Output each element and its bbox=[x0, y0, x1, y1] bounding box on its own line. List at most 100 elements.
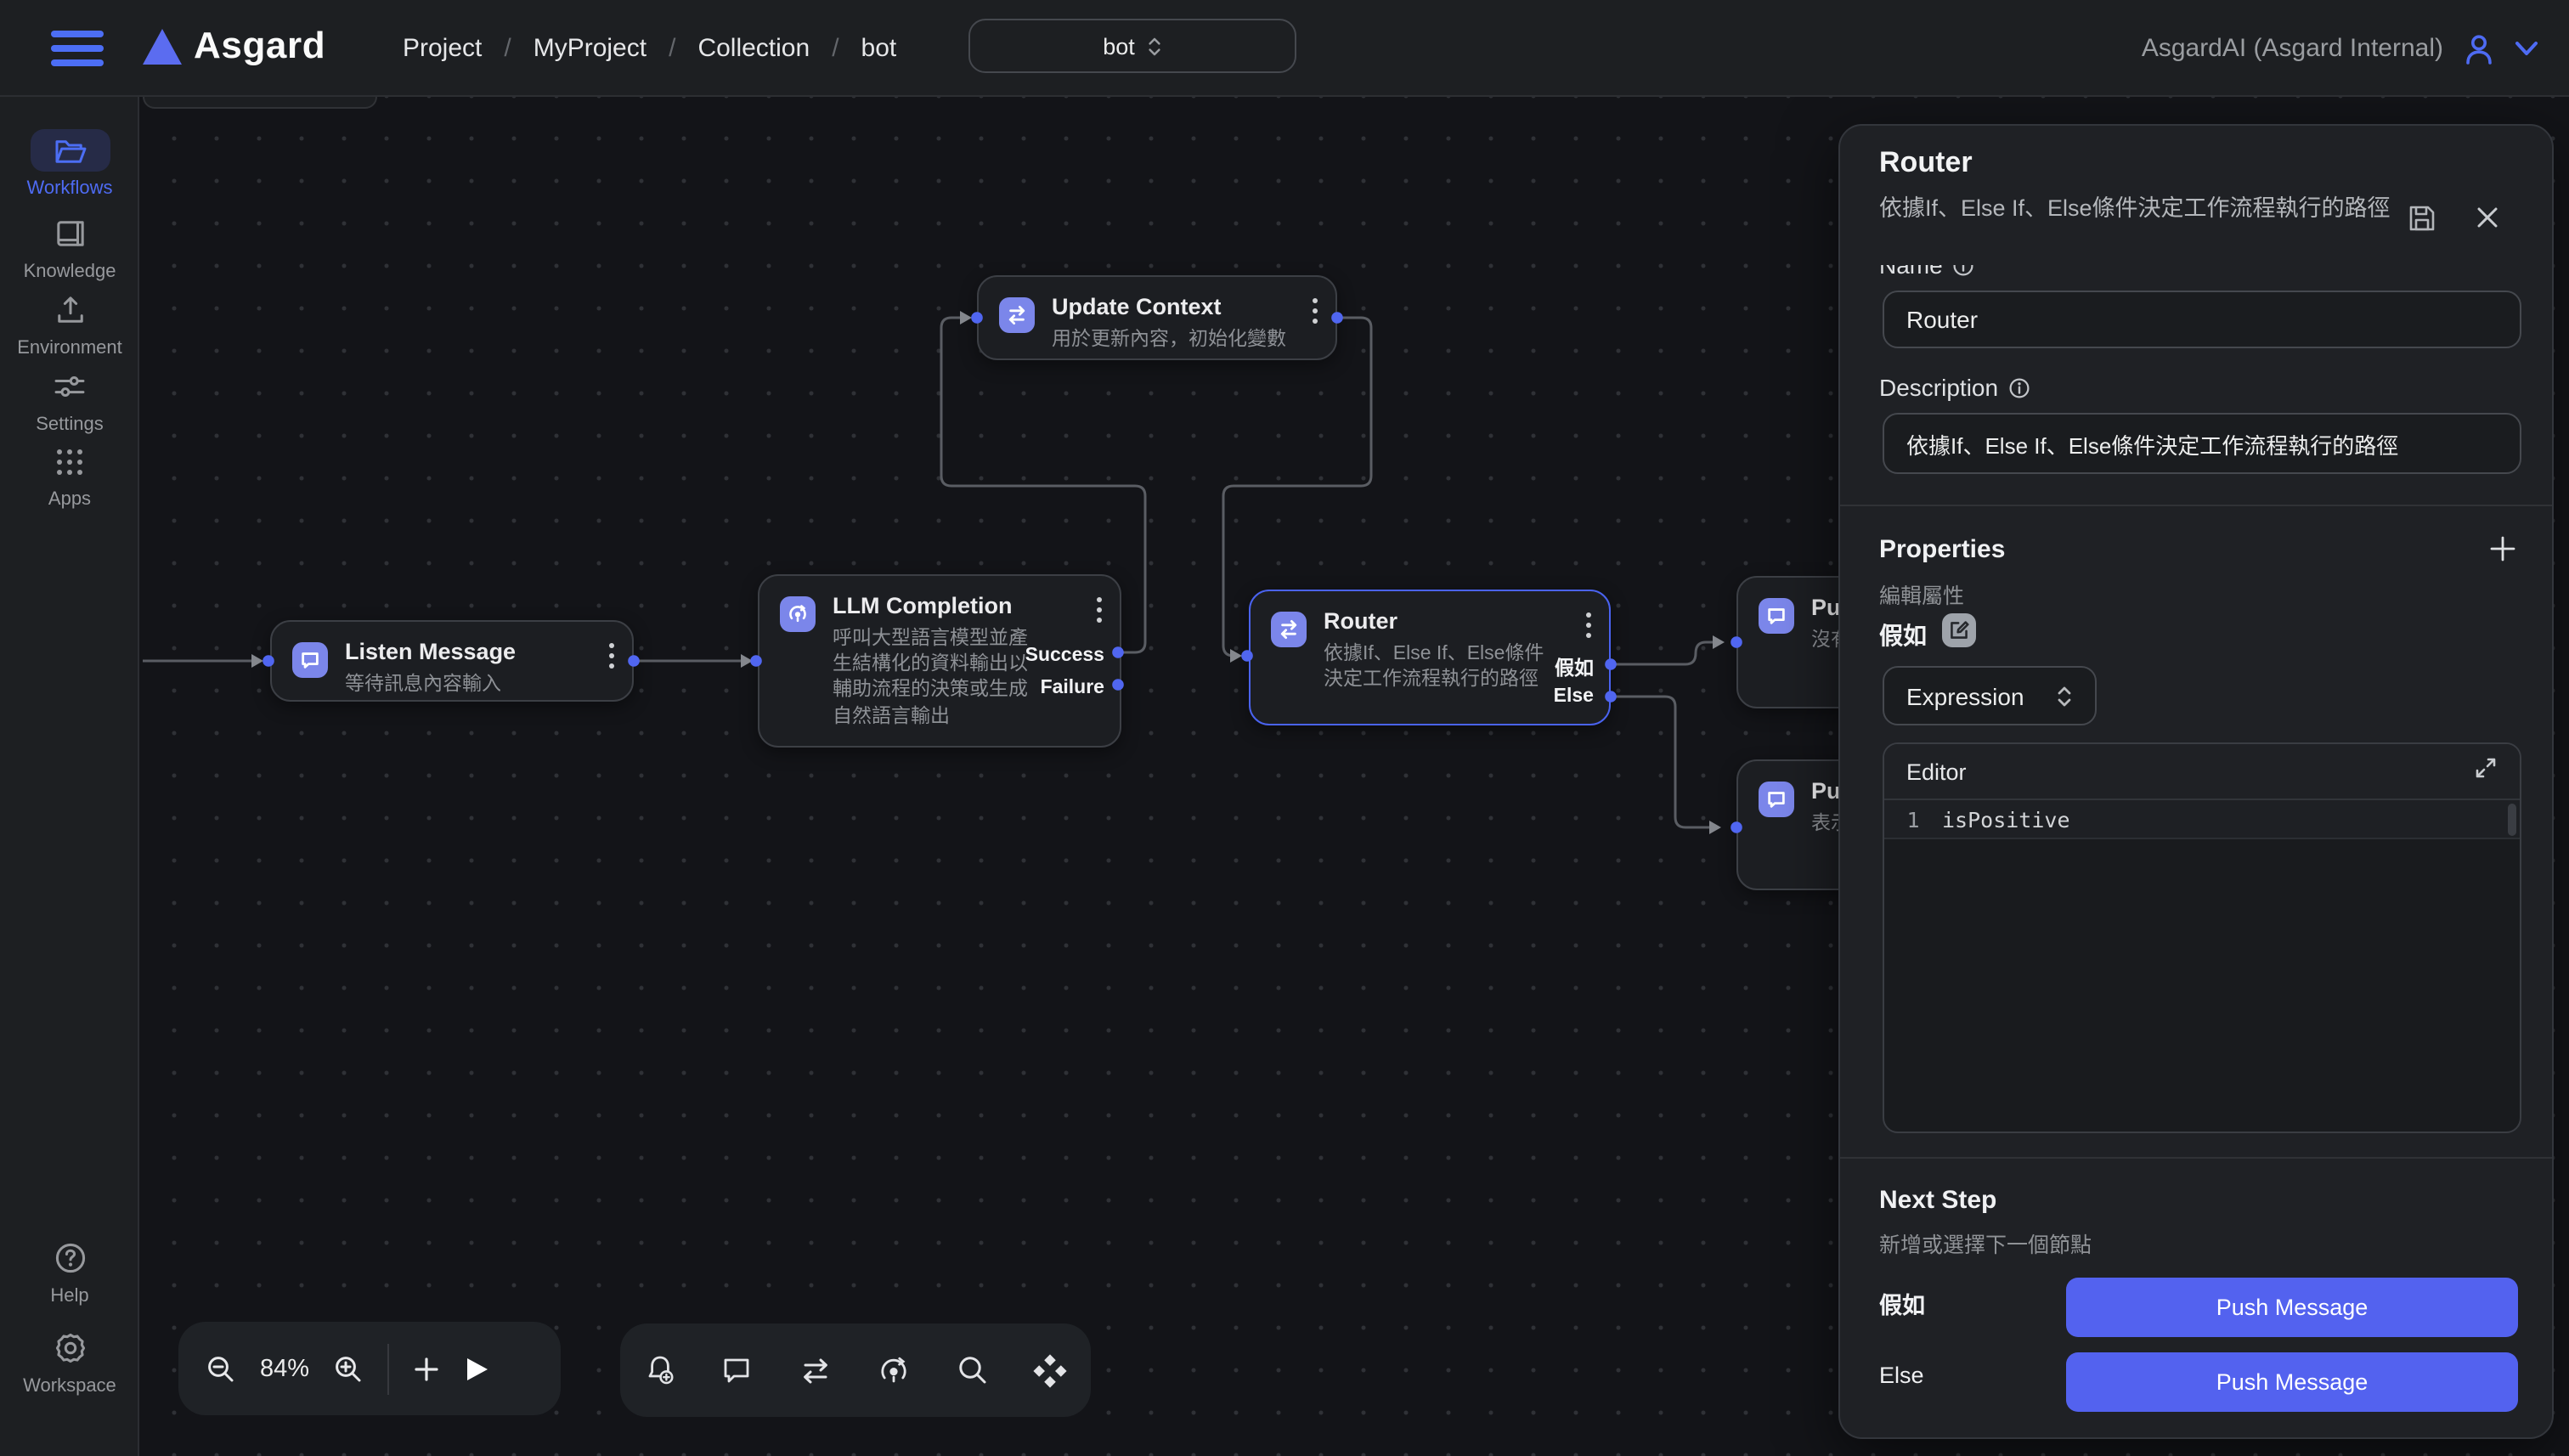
canvas-top-tab bbox=[143, 97, 377, 109]
swap-arrows-icon[interactable] bbox=[799, 1353, 833, 1387]
properties-title: Properties bbox=[1879, 535, 2005, 564]
sliders-icon bbox=[54, 374, 85, 399]
bell-add-icon[interactable] bbox=[644, 1354, 676, 1386]
branch-else-next-node-button[interactable]: Push Message bbox=[2066, 1352, 2518, 1412]
save-icon[interactable] bbox=[2408, 204, 2436, 241]
sidebar-item-apps[interactable]: Apps bbox=[0, 440, 139, 510]
book-icon bbox=[55, 219, 84, 248]
sidebar-item-knowledge[interactable]: Knowledge bbox=[0, 212, 139, 282]
sidebar-item-help[interactable]: Help bbox=[0, 1237, 139, 1306]
output-port-if[interactable]: 假如 bbox=[1555, 654, 1594, 681]
gear-icon bbox=[54, 1332, 86, 1364]
node-desc: 等待訊息內容輸入 bbox=[345, 673, 516, 698]
folder-icon bbox=[54, 137, 86, 164]
kebab-menu-icon[interactable] bbox=[608, 642, 615, 678]
property-key-label: 假如 bbox=[1879, 618, 1927, 652]
logo-text: Asgard bbox=[194, 24, 325, 68]
chat-bubble-icon bbox=[1759, 598, 1794, 634]
zoom-in-button[interactable] bbox=[333, 1353, 364, 1384]
node-title: Router bbox=[1324, 608, 1544, 635]
panel-divider bbox=[1840, 505, 2554, 506]
select-chevrons-icon bbox=[2056, 684, 2073, 708]
editor-scrollbar[interactable] bbox=[2508, 804, 2516, 836]
llm-bulb-icon bbox=[780, 596, 816, 632]
search-icon[interactable] bbox=[956, 1354, 988, 1386]
output-port-failure[interactable]: Failure bbox=[1041, 678, 1104, 698]
add-node-button[interactable] bbox=[413, 1355, 440, 1382]
breadcrumb-myproject[interactable]: MyProject bbox=[534, 34, 646, 63]
account-area[interactable]: AsgardAI (Asgard Internal) bbox=[2142, 0, 2538, 97]
edit-property-icon[interactable] bbox=[1942, 613, 1976, 647]
panel-description: 依據If、Else If、Else條件決定工作流程執行的路徑 bbox=[1879, 190, 2392, 226]
app-root: Update Context 用於更新內容，初始化變數 Listen Messa… bbox=[0, 0, 2569, 1456]
output-port-success[interactable]: Success bbox=[1025, 646, 1104, 666]
kebab-menu-icon[interactable] bbox=[1096, 596, 1103, 632]
sidebar-item-settings[interactable]: Settings bbox=[0, 365, 139, 435]
node-router[interactable]: Router 依據If、Else If、Else條件 決定工作流程執行的路徑 假… bbox=[1249, 590, 1611, 725]
grid-icon bbox=[56, 448, 83, 475]
branch-if-next-node-button[interactable]: Push Message bbox=[2066, 1278, 2518, 1337]
node-title: LLM Completion bbox=[833, 593, 1028, 620]
chat-bubble-icon bbox=[292, 642, 328, 678]
sidebar-item-environment[interactable]: Environment bbox=[0, 289, 139, 358]
swap-arrows-icon bbox=[999, 297, 1035, 333]
hamburger-menu-icon[interactable] bbox=[51, 31, 104, 75]
kebab-menu-icon[interactable] bbox=[1312, 297, 1318, 333]
run-workflow-button[interactable] bbox=[464, 1355, 489, 1382]
breadcrumb-collection[interactable]: Collection bbox=[697, 34, 810, 63]
swap-arrows-icon bbox=[1271, 612, 1307, 647]
select-chevrons-icon bbox=[1147, 35, 1162, 57]
node-palette-toolbar bbox=[620, 1323, 1091, 1417]
line-number: 1 bbox=[1884, 806, 1942, 832]
breadcrumb-bot[interactable]: bot bbox=[861, 34, 897, 63]
expression-editor[interactable]: Editor 1 isPositive bbox=[1883, 742, 2521, 1133]
llm-bulb-icon[interactable] bbox=[877, 1353, 911, 1387]
panel-divider bbox=[1840, 1157, 2554, 1159]
node-update-context[interactable]: Update Context 用於更新內容，初始化變數 bbox=[977, 275, 1337, 360]
node-desc: 依據If、Else If、Else條件 決定工作流程執行的路徑 bbox=[1324, 642, 1544, 694]
branch-else-label: Else bbox=[1879, 1363, 1924, 1388]
left-sidebar: Workflows Knowledge Environment Settings… bbox=[0, 97, 139, 1456]
sidebar-item-workflows[interactable]: Workflows bbox=[0, 129, 139, 199]
node-desc: 呼叫大型語言模型並產 生結構化的資料輸出以 輔助流程的決策或生成 自然語言輸出 bbox=[833, 627, 1028, 731]
top-navbar: Asgard Project / MyProject / Collection … bbox=[0, 0, 2569, 97]
question-icon bbox=[54, 1242, 86, 1274]
node-title: Update Context bbox=[1052, 294, 1286, 321]
node-desc: 用於更新內容，初始化變數 bbox=[1052, 328, 1286, 353]
user-icon[interactable] bbox=[2462, 31, 2496, 65]
node-config-panel: Router 依據If、Else If、Else條件決定工作流程執行的路徑 Na… bbox=[1838, 124, 2554, 1439]
description-label: Description bbox=[1879, 374, 2030, 401]
zoom-toolbar: 84% bbox=[178, 1322, 561, 1415]
breadcrumb: Project / MyProject / Collection / bot bbox=[403, 0, 896, 97]
output-port-else[interactable]: Else bbox=[1554, 686, 1594, 707]
node-llm-completion[interactable]: LLM Completion 呼叫大型語言模型並產 生結構化的資料輸出以 輔助流… bbox=[758, 574, 1121, 748]
properties-subtitle: 編輯屬性 bbox=[1879, 578, 1964, 610]
add-property-button[interactable] bbox=[2487, 533, 2518, 573]
account-label: AsgardAI (Asgard Internal) bbox=[2142, 34, 2443, 63]
toolbar-divider bbox=[387, 1343, 389, 1394]
asgard-logo-icon bbox=[143, 29, 182, 73]
zoom-out-button[interactable] bbox=[206, 1353, 236, 1384]
property-type-select[interactable]: Expression bbox=[1883, 666, 2097, 725]
name-label-clipped: Name bbox=[1879, 265, 2083, 280]
branch-if-label: 假如 bbox=[1879, 1286, 1925, 1320]
editor-title: Editor bbox=[1906, 759, 1967, 784]
diamonds-icon[interactable] bbox=[1033, 1353, 1067, 1387]
kebab-menu-icon[interactable] bbox=[1585, 612, 1592, 647]
node-listen-message[interactable]: Listen Message 等待訊息內容輸入 bbox=[270, 620, 634, 702]
sidebar-item-workspace[interactable]: Workspace bbox=[0, 1327, 139, 1397]
chevron-down-icon[interactable] bbox=[2515, 41, 2538, 56]
expand-icon[interactable] bbox=[2474, 755, 2498, 787]
breadcrumb-project[interactable]: Project bbox=[403, 34, 482, 63]
next-step-subtitle: 新增或選擇下一個節點 bbox=[1879, 1227, 2092, 1259]
info-icon bbox=[1953, 265, 1975, 276]
close-icon[interactable] bbox=[2476, 206, 2499, 238]
chat-bubble-icon[interactable] bbox=[721, 1354, 754, 1386]
name-input[interactable]: Router bbox=[1883, 291, 2521, 348]
description-input[interactable]: 依據If、Else If、Else條件決定工作流程執行的路徑 bbox=[1883, 413, 2521, 474]
code-line-1[interactable]: 1 isPositive bbox=[1884, 800, 2520, 839]
workflow-selector[interactable]: bot bbox=[968, 19, 1296, 73]
zoom-level: 84% bbox=[260, 1355, 309, 1382]
chat-bubble-icon bbox=[1759, 782, 1794, 817]
node-title: Listen Message bbox=[345, 639, 516, 666]
